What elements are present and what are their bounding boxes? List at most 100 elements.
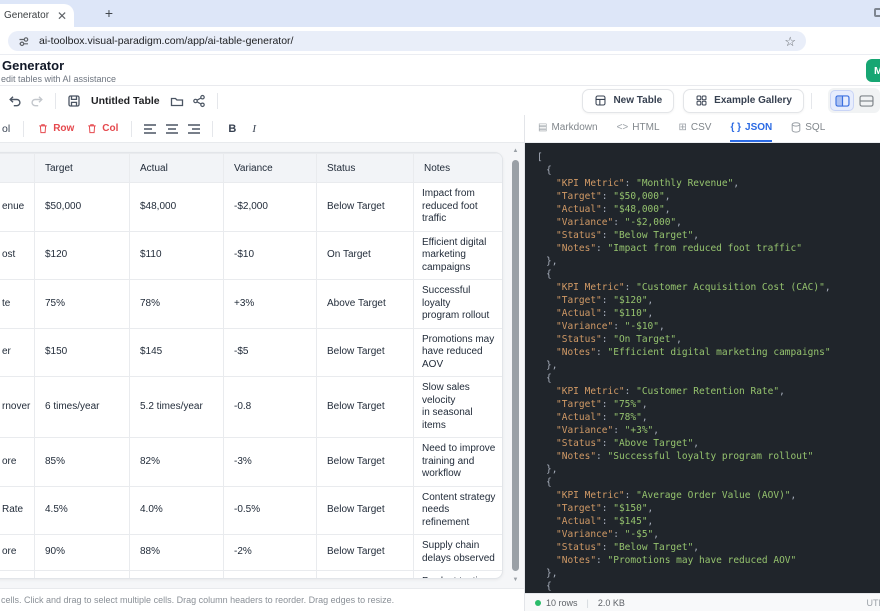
cell-kpi[interactable]: te (0, 280, 35, 329)
cell-target[interactable]: $50,000 (35, 183, 130, 232)
horizontal-split-toggle[interactable] (854, 90, 878, 111)
cell-actual[interactable]: 78% (130, 280, 224, 329)
tab-markdown[interactable]: ▤ Markdown (538, 122, 598, 142)
cell-kpi[interactable]: ore (0, 438, 35, 487)
cell-actual[interactable]: 5.2 times/year (130, 377, 224, 438)
cell-target[interactable]: 4.5% (35, 486, 130, 535)
address-bar[interactable]: ai-toolbox.visual-paradigm.com/app/ai-ta… (8, 31, 806, 51)
italic-button[interactable]: I (252, 123, 256, 135)
delete-row-button[interactable]: Row (37, 122, 74, 135)
column-header[interactable]: Status (317, 154, 414, 183)
cell-actual[interactable]: 88% (130, 535, 224, 571)
cell-notes[interactable]: Efficient digital marketing campaigns (414, 231, 504, 280)
cell-status[interactable]: Below Target (317, 486, 414, 535)
table-scrollbar[interactable]: ▲ ▼ (510, 147, 521, 584)
cell-variance[interactable]: -$10 (224, 231, 317, 280)
align-right-button[interactable] (183, 118, 205, 140)
tab-html[interactable]: <> HTML (617, 122, 660, 142)
add-col-button-fragment[interactable]: ol (2, 123, 10, 135)
new-tab-button[interactable]: + (99, 3, 119, 23)
cell-status[interactable]: Below Target (317, 183, 414, 232)
cell-actual[interactable]: $110 (130, 231, 224, 280)
document-title[interactable]: Untitled Table (91, 95, 160, 107)
cell-notes[interactable]: Promotions may have reduced AOV (414, 328, 504, 377)
delete-col-button[interactable]: Col (86, 122, 118, 135)
new-table-button[interactable]: New Table (582, 89, 674, 113)
cell-kpi[interactable]: ess (0, 571, 35, 580)
cell-notes[interactable]: Need to improve training and workflow (414, 438, 504, 487)
cell-status[interactable]: Below Target (317, 328, 414, 377)
cell-kpi[interactable]: ost (0, 231, 35, 280)
cell-kpi[interactable]: rnover (0, 377, 35, 438)
scroll-up-icon[interactable]: ▲ (511, 147, 520, 155)
bold-button[interactable]: B (228, 123, 236, 135)
cell-status[interactable]: Above Target (317, 280, 414, 329)
cell-actual[interactable]: 4.0% (130, 486, 224, 535)
cell-status[interactable]: Below Target (317, 438, 414, 487)
scrollbar-thumb[interactable] (512, 160, 519, 571)
tab-close-icon[interactable]: ✕ (57, 10, 67, 22)
cell-target[interactable]: 90% (35, 535, 130, 571)
cell-actual[interactable]: 55% (130, 571, 224, 580)
cell-variance[interactable]: -2% (224, 535, 317, 571)
json-code[interactable]: [{"KPI Metric": "Monthly Revenue","Targe… (525, 143, 880, 593)
column-header[interactable]: Target (35, 154, 130, 183)
align-left-button[interactable] (139, 118, 161, 140)
tab-label: SQL (805, 122, 825, 133)
cell-kpi[interactable]: enue (0, 183, 35, 232)
cell-status[interactable]: On Target (317, 231, 414, 280)
cell-variance[interactable]: -5% (224, 571, 317, 580)
share-icon[interactable] (188, 90, 210, 112)
cell-status[interactable]: Below Target (317, 377, 414, 438)
cell-notes[interactable]: Product testing phase delayed (414, 571, 504, 580)
cell-status[interactable]: Below Target (317, 571, 414, 580)
cell-status[interactable]: Below Target (317, 535, 414, 571)
column-header[interactable]: Notes (414, 154, 504, 183)
save-icon[interactable] (63, 90, 85, 112)
cell-actual[interactable]: $48,000 (130, 183, 224, 232)
cell-target[interactable]: 60% (35, 571, 130, 580)
cell-actual[interactable]: 82% (130, 438, 224, 487)
code-line: "Actual": "$110", (537, 307, 880, 320)
tab-label: Markdown (551, 122, 597, 133)
cell-variance[interactable]: +3% (224, 280, 317, 329)
cell-notes[interactable]: Impact from reduced foot traffic (414, 183, 504, 232)
cell-target[interactable]: 85% (35, 438, 130, 487)
redo-button[interactable] (26, 90, 48, 112)
example-gallery-button[interactable]: Example Gallery (683, 89, 804, 113)
cell-notes[interactable]: Content strategy needs refinement (414, 486, 504, 535)
cell-variance[interactable]: -0.8 (224, 377, 317, 438)
cell-variance[interactable]: -$2,000 (224, 183, 317, 232)
cell-kpi[interactable]: ore (0, 535, 35, 571)
tab-json[interactable]: { } JSON (730, 122, 772, 142)
open-folder-icon[interactable] (166, 90, 188, 112)
cell-target[interactable]: 6 times/year (35, 377, 130, 438)
cell-notes[interactable]: Slow sales velocity in seasonal items (414, 377, 504, 438)
url-text[interactable]: ai-toolbox.visual-paradigm.com/app/ai-ta… (39, 35, 784, 47)
scroll-down-icon[interactable]: ▼ (511, 576, 520, 584)
column-header[interactable]: Variance (224, 154, 317, 183)
cell-variance[interactable]: -3% (224, 438, 317, 487)
account-button[interactable]: M (866, 59, 880, 82)
tab-csv[interactable]: ⊞ CSV (679, 122, 712, 142)
bookmark-star-icon[interactable]: ☆ (784, 35, 796, 48)
cell-actual[interactable]: $145 (130, 328, 224, 377)
undo-button[interactable] (4, 90, 26, 112)
cell-kpi[interactable]: Rate (0, 486, 35, 535)
cell-target[interactable]: 75% (35, 280, 130, 329)
cell-kpi[interactable]: er (0, 328, 35, 377)
cell-notes[interactable]: Successful loyalty program rollout (414, 280, 504, 329)
column-header[interactable] (0, 154, 35, 183)
align-center-button[interactable] (161, 118, 183, 140)
cell-target[interactable]: $120 (35, 231, 130, 280)
tab-sql[interactable]: SQL (791, 122, 825, 142)
window-control-icon[interactable] (874, 8, 880, 17)
vertical-split-toggle[interactable] (830, 90, 854, 111)
cell-target[interactable]: $150 (35, 328, 130, 377)
cell-variance[interactable]: -$5 (224, 328, 317, 377)
cell-notes[interactable]: Supply chain delays observed (414, 535, 504, 571)
site-settings-icon[interactable] (16, 34, 31, 49)
browser-tab[interactable]: Generator ✕ (0, 4, 74, 27)
cell-variance[interactable]: -0.5% (224, 486, 317, 535)
column-header[interactable]: Actual (130, 154, 224, 183)
